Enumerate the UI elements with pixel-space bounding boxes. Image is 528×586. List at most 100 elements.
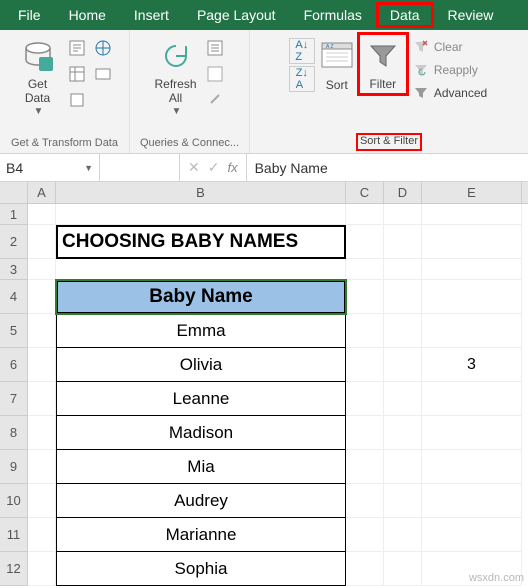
col-header-b[interactable]: B [56, 182, 346, 203]
cell-d1[interactable] [384, 204, 422, 225]
tab-review[interactable]: Review [434, 2, 508, 28]
cell-c11[interactable] [346, 518, 384, 552]
cell-c3[interactable] [346, 259, 384, 280]
cell-a5[interactable] [28, 314, 56, 348]
cell-a6[interactable] [28, 348, 56, 382]
cell-a3[interactable] [28, 259, 56, 280]
cell-b5[interactable]: Emma [56, 314, 346, 348]
from-table-button[interactable] [65, 62, 89, 86]
col-header-d[interactable]: D [384, 182, 422, 203]
cell-d3[interactable] [384, 259, 422, 280]
cell-a12[interactable] [28, 552, 56, 586]
cell-e4[interactable] [422, 280, 522, 314]
cell-c7[interactable] [346, 382, 384, 416]
cell-a8[interactable] [28, 416, 56, 450]
get-data-button[interactable]: Get Data ▼ [13, 32, 63, 121]
from-text-button[interactable] [65, 36, 89, 60]
cell-d11[interactable] [384, 518, 422, 552]
row-header-5[interactable]: 5 [0, 314, 28, 348]
cell-c2[interactable] [346, 225, 384, 259]
cell-c8[interactable] [346, 416, 384, 450]
fx-icon[interactable]: fx [227, 160, 237, 175]
cell-e9[interactable] [422, 450, 522, 484]
cell-c6[interactable] [346, 348, 384, 382]
tab-home[interactable]: Home [55, 2, 120, 28]
cell-b1[interactable] [56, 204, 346, 225]
cell-c12[interactable] [346, 552, 384, 586]
cell-e7[interactable] [422, 382, 522, 416]
from-web-button[interactable] [91, 36, 115, 60]
row-header-12[interactable]: 12 [0, 552, 28, 586]
cell-a11[interactable] [28, 518, 56, 552]
accept-icon[interactable]: ✓ [208, 159, 220, 176]
recent-sources-button[interactable] [91, 62, 115, 86]
sort-button[interactable]: A Z Sort [317, 32, 357, 96]
filter-button[interactable]: Filter [357, 32, 409, 96]
cell-d9[interactable] [384, 450, 422, 484]
cell-c4[interactable] [346, 280, 384, 314]
clear-filter-button[interactable]: Clear [413, 36, 487, 58]
refresh-all-button[interactable]: Refresh All ▼ [151, 32, 201, 121]
cell-e8[interactable] [422, 416, 522, 450]
col-header-c[interactable]: C [346, 182, 384, 203]
row-header-7[interactable]: 7 [0, 382, 28, 416]
cell-b7[interactable]: Leanne [56, 382, 346, 416]
cell-b4-header[interactable]: Baby Name [56, 280, 346, 314]
sort-asc-button[interactable]: A↓Z [289, 38, 315, 64]
cell-b8[interactable]: Madison [56, 416, 346, 450]
cell-c1[interactable] [346, 204, 384, 225]
row-header-1[interactable]: 1 [0, 204, 28, 225]
row-header-11[interactable]: 11 [0, 518, 28, 552]
tab-insert[interactable]: Insert [120, 2, 183, 28]
sort-desc-button[interactable]: Z↓A [289, 66, 315, 92]
select-all-corner[interactable] [0, 182, 28, 203]
row-header-3[interactable]: 3 [0, 259, 28, 280]
cell-b10[interactable]: Audrey [56, 484, 346, 518]
cell-d8[interactable] [384, 416, 422, 450]
cell-b3[interactable] [56, 259, 346, 280]
advanced-filter-button[interactable]: Advanced [413, 82, 487, 104]
row-header-10[interactable]: 10 [0, 484, 28, 518]
cell-a2[interactable] [28, 225, 56, 259]
cell-d6[interactable] [384, 348, 422, 382]
cell-b6[interactable]: Olivia [56, 348, 346, 382]
cell-a10[interactable] [28, 484, 56, 518]
cell-d2[interactable] [384, 225, 422, 259]
tab-file[interactable]: File [4, 2, 55, 28]
reapply-filter-button[interactable]: Reapply [413, 59, 487, 81]
cell-c10[interactable] [346, 484, 384, 518]
row-header-9[interactable]: 9 [0, 450, 28, 484]
cell-e11[interactable] [422, 518, 522, 552]
row-header-8[interactable]: 8 [0, 416, 28, 450]
cell-c9[interactable] [346, 450, 384, 484]
cell-b9[interactable]: Mia [56, 450, 346, 484]
cell-a7[interactable] [28, 382, 56, 416]
cell-a1[interactable] [28, 204, 56, 225]
cell-a4[interactable] [28, 280, 56, 314]
tab-page-layout[interactable]: Page Layout [183, 2, 290, 28]
tab-data[interactable]: Data [376, 2, 434, 28]
queries-pane-button[interactable] [203, 36, 227, 60]
cell-e1[interactable] [422, 204, 522, 225]
row-header-2[interactable]: 2 [0, 225, 28, 259]
cancel-icon[interactable]: ✕ [188, 159, 200, 176]
col-header-e[interactable]: E [422, 182, 522, 203]
name-box[interactable]: B4 ▼ [0, 154, 100, 181]
existing-connections-button[interactable] [65, 88, 89, 112]
cell-b12[interactable]: Sophia [56, 552, 346, 586]
row-header-4[interactable]: 4 [0, 280, 28, 314]
cell-d10[interactable] [384, 484, 422, 518]
cell-e2[interactable] [422, 225, 522, 259]
edit-links-button[interactable] [203, 88, 227, 112]
formula-input[interactable]: Baby Name [247, 160, 528, 176]
properties-button[interactable] [203, 62, 227, 86]
col-header-a[interactable]: A [28, 182, 56, 203]
cell-e10[interactable] [422, 484, 522, 518]
row-header-6[interactable]: 6 [0, 348, 28, 382]
cell-a9[interactable] [28, 450, 56, 484]
cell-b11[interactable]: Marianne [56, 518, 346, 552]
tab-formulas[interactable]: Formulas [290, 2, 376, 28]
cell-e3[interactable] [422, 259, 522, 280]
cell-d4[interactable] [384, 280, 422, 314]
cell-d5[interactable] [384, 314, 422, 348]
